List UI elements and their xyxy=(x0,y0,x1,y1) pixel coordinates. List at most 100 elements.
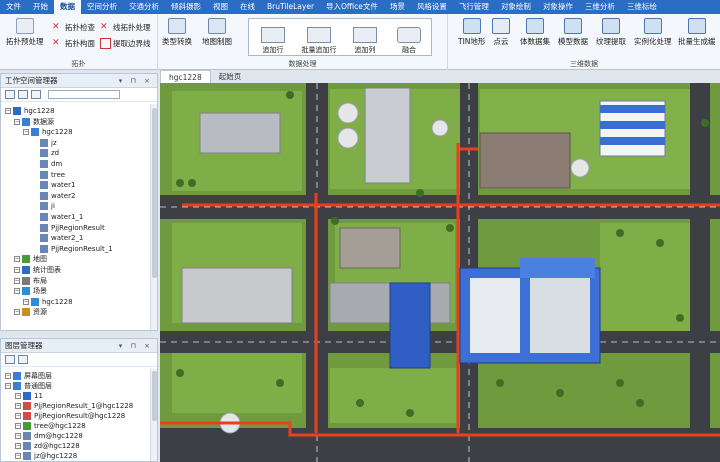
menu-tab[interactable]: BruTileLayer xyxy=(261,0,320,14)
layer-style-icon[interactable] xyxy=(18,355,28,364)
tree-item[interactable]: ji xyxy=(1,201,55,211)
menu-tab[interactable]: 三维分析 xyxy=(579,0,621,14)
scrollbar-thumb[interactable] xyxy=(152,108,157,278)
menu-tab[interactable]: 数据 xyxy=(54,0,81,14)
expand-toggle-icon[interactable]: − xyxy=(14,256,20,263)
tree-item[interactable]: water2 xyxy=(1,191,75,201)
tree-item[interactable]: − 普通图层 xyxy=(1,381,52,391)
menu-tab[interactable]: 文件 xyxy=(0,0,27,14)
menu-tab[interactable]: 开始 xyxy=(27,0,54,14)
panel-controls[interactable]: ▾ ⊓ × xyxy=(119,74,153,88)
tree-item[interactable]: − PjjRegionResult@hgc1228 xyxy=(1,411,125,421)
expand-toggle-icon[interactable]: − xyxy=(23,298,29,305)
expand-toggle-icon[interactable]: − xyxy=(15,423,21,429)
line-topology-button[interactable]: ✕ 线拓扑处理 xyxy=(100,22,151,33)
factory-building[interactable] xyxy=(479,132,571,189)
expand-toggle-icon[interactable]: − xyxy=(15,433,21,439)
panel-controls[interactable]: ▾ ⊓ × xyxy=(119,339,153,353)
tree-item[interactable]: − 屏幕图层 xyxy=(1,371,52,381)
tree-item[interactable]: dm xyxy=(1,159,62,169)
open-icon[interactable] xyxy=(5,90,15,99)
volume-dataset-button[interactable]: 体数据集 xyxy=(520,18,550,47)
append-column-button[interactable]: 追加列 xyxy=(343,21,387,55)
type-convert-button[interactable]: 类型转换 xyxy=(162,18,192,47)
instance-process-button[interactable]: 实例化处理 xyxy=(634,18,672,47)
append-row-button[interactable]: 追加行 xyxy=(251,21,295,55)
extract-boundary-button[interactable]: 提取边界线 xyxy=(100,38,151,49)
menu-tab[interactable]: 三维标绘 xyxy=(621,0,663,14)
layer-scrollbar[interactable] xyxy=(150,369,157,461)
topology-build-polygon-button[interactable]: ✕ 拓扑构面 xyxy=(52,38,95,49)
expand-toggle-icon[interactable]: − xyxy=(15,413,21,419)
menu-tab[interactable]: 视图 xyxy=(207,0,234,14)
batch-append-row-button[interactable]: 批量追加行 xyxy=(297,21,341,55)
texture-extract-button[interactable]: 纹理提取 xyxy=(596,18,626,47)
tree-item[interactable]: − 数据源 xyxy=(1,117,54,127)
expand-toggle-icon[interactable]: − xyxy=(14,288,20,295)
expand-toggle-icon[interactable]: − xyxy=(15,393,21,399)
factory-building[interactable] xyxy=(364,87,411,184)
storage-tank[interactable] xyxy=(337,127,359,149)
map-to-image-button[interactable]: 地图制图 xyxy=(202,18,232,47)
menu-tab[interactable]: 导入Office文件 xyxy=(320,0,384,14)
warehouse-building[interactable] xyxy=(181,267,293,324)
tree-item[interactable]: tree xyxy=(1,170,65,180)
expand-toggle-icon[interactable]: − xyxy=(5,108,11,114)
tree-item[interactable]: PjjRegionResult_1 xyxy=(1,244,113,254)
topology-preprocess-button[interactable]: 拓扑预处理 xyxy=(6,18,44,47)
tree-item[interactable]: water2_1 xyxy=(1,233,83,243)
storage-tank[interactable] xyxy=(570,158,590,178)
scene-viewport[interactable] xyxy=(160,83,720,462)
tree-item[interactable]: − 资源 xyxy=(1,307,47,317)
point-cloud-button[interactable]: 点云 xyxy=(492,18,510,47)
tree-item[interactable]: water1_1 xyxy=(1,212,83,222)
tin-terrain-button[interactable]: TIN地形 xyxy=(458,18,485,47)
document-tab[interactable]: hgc1228 xyxy=(160,70,211,83)
workspace-scrollbar[interactable] xyxy=(150,104,157,330)
expand-toggle-icon[interactable]: − xyxy=(15,403,21,409)
menu-tab[interactable]: 空间分析 xyxy=(81,0,123,14)
topology-check-button[interactable]: ✕ 拓扑检查 xyxy=(52,22,95,33)
menu-tab[interactable]: 飞行管理 xyxy=(453,0,495,14)
tree-item[interactable]: − dm@hgc1228 xyxy=(1,431,83,441)
scene-canvas[interactable] xyxy=(160,83,720,462)
tree-item[interactable]: − 布局 xyxy=(1,276,47,286)
search-input[interactable] xyxy=(48,90,120,99)
fuse-button[interactable]: 融合 xyxy=(387,21,431,55)
menu-tab[interactable]: 风格设置 xyxy=(411,0,453,14)
tree-item[interactable]: − PjjRegionResult_1@hgc1228 xyxy=(1,401,133,411)
expand-toggle-icon[interactable]: − xyxy=(14,267,20,273)
tree-item[interactable]: − 场景 xyxy=(1,286,47,296)
folder-icon[interactable] xyxy=(18,90,28,99)
tree-item[interactable]: − hgc1228 xyxy=(1,127,73,137)
expand-toggle-icon[interactable]: − xyxy=(23,129,29,136)
expand-toggle-icon[interactable]: − xyxy=(5,383,11,389)
menu-tab[interactable]: 对象绘制 xyxy=(495,0,537,14)
tree-item[interactable]: − zd@hgc1228 xyxy=(1,441,80,451)
tree-item[interactable]: − jz@hgc1228 xyxy=(1,451,77,461)
scrollbar-thumb[interactable] xyxy=(152,371,157,421)
expand-toggle-icon[interactable]: − xyxy=(14,309,20,316)
expand-toggle-icon[interactable]: − xyxy=(5,373,11,379)
tree-item[interactable]: PjjRegionResult xyxy=(1,223,105,233)
tree-item[interactable]: − tree@hgc1228 xyxy=(1,421,86,431)
expand-toggle-icon[interactable]: − xyxy=(14,118,20,125)
expand-toggle-icon[interactable]: − xyxy=(15,443,21,449)
storage-tank[interactable] xyxy=(431,119,449,137)
tree-item[interactable]: − 地图 xyxy=(1,254,47,264)
blue-hall-building[interactable] xyxy=(389,282,431,369)
tree-item[interactable]: − 统计图表 xyxy=(1,265,61,275)
batch-cache-button[interactable]: 批量生成缓 xyxy=(678,18,716,47)
tree-item[interactable]: − hgc1228 xyxy=(1,106,55,116)
tree-item[interactable]: − hgc1228 xyxy=(1,297,73,307)
storage-tank[interactable] xyxy=(337,102,359,124)
menu-tab[interactable]: 对象操作 xyxy=(537,0,579,14)
factory-building[interactable] xyxy=(199,112,281,154)
locate-icon[interactable] xyxy=(31,90,41,99)
menu-tab[interactable]: 交通分析 xyxy=(123,0,165,14)
tree-item[interactable]: − 11 xyxy=(1,391,43,401)
expand-toggle-icon[interactable]: − xyxy=(14,277,20,284)
menu-tab[interactable]: 在线 xyxy=(234,0,261,14)
tree-item[interactable]: jz xyxy=(1,138,57,148)
menu-tab[interactable]: 场景 xyxy=(384,0,411,14)
